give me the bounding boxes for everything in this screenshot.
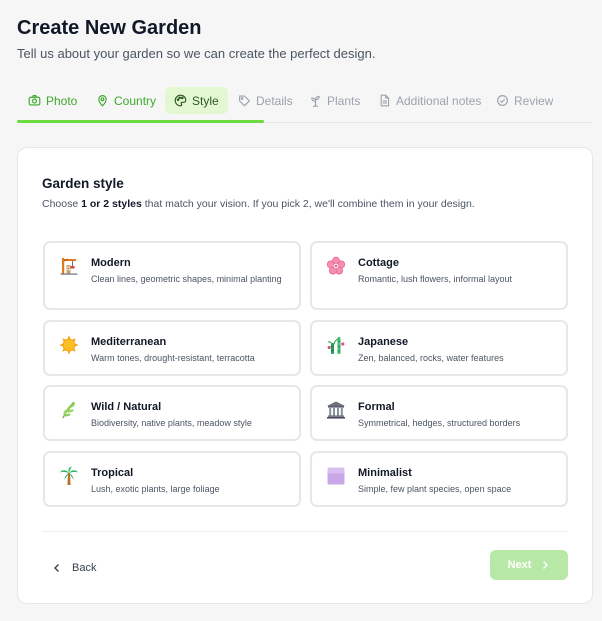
style-option-title: Mediterranean xyxy=(91,336,167,348)
tab-plants[interactable]: Plants xyxy=(298,87,367,114)
tag-icon xyxy=(239,95,251,107)
style-option-modern[interactable]: Modern Clean lines, geometric shapes, mi… xyxy=(43,241,301,310)
map-pin-icon xyxy=(98,95,107,107)
chevron-right-icon xyxy=(543,561,549,569)
palm-tree-icon xyxy=(60,466,78,485)
style-option-title: Cottage xyxy=(358,257,399,269)
style-option-japanese[interactable]: Japanese Zen, balanced, rocks, water fea… xyxy=(310,320,568,376)
sprout-icon xyxy=(311,95,320,107)
tab-country[interactable]: Country xyxy=(85,87,163,114)
style-option-title: Modern xyxy=(91,257,131,269)
style-option-description: Lush, exotic plants, large foliage xyxy=(91,484,220,494)
style-option-description: Symmetrical, hedges, structured borders xyxy=(358,418,521,428)
style-option-description: Simple, few plant species, open space xyxy=(358,484,512,494)
palette-icon xyxy=(174,94,187,107)
style-option-tropical[interactable]: Tropical Lush, exotic plants, large foli… xyxy=(43,451,301,507)
tab-review[interactable]: Review xyxy=(485,87,560,114)
style-option-cottage[interactable]: Cottage Romantic, lush flowers, informal… xyxy=(310,241,568,310)
style-option-description: Zen, balanced, rocks, water features xyxy=(358,353,504,363)
style-option-title: Wild / Natural xyxy=(91,401,162,413)
camera-icon xyxy=(28,95,41,106)
document-icon xyxy=(380,94,390,107)
style-option-description: Biodiversity, native plants, meadow styl… xyxy=(91,418,252,428)
next-button[interactable]: Next xyxy=(490,550,568,580)
style-option-title: Minimalist xyxy=(358,467,412,479)
page-subtitle: Tell us about your garden so we can crea… xyxy=(17,46,376,61)
tab-additional-notes[interactable]: Additional notes xyxy=(367,87,488,114)
style-option-mediterranean[interactable]: Mediterranean Warm tones, drought-resist… xyxy=(43,320,301,376)
bamboo-icon xyxy=(327,337,345,354)
herb-icon xyxy=(62,401,76,419)
style-option-description: Warm tones, drought-resistant, terracott… xyxy=(91,353,255,363)
style-option-title: Tropical xyxy=(91,467,134,479)
sun-icon xyxy=(59,335,79,355)
chevron-left-icon xyxy=(54,564,59,572)
progress-bar xyxy=(17,120,264,123)
back-button[interactable]: Back xyxy=(52,553,96,583)
step-tabs: Photo Country Style Details Plants Addit… xyxy=(17,87,592,123)
garden-style-card: Garden style Choose 1 or 2 styles that m… xyxy=(17,147,593,604)
tab-style[interactable]: Style xyxy=(165,87,228,114)
section-title: Garden style xyxy=(42,176,124,191)
style-option-wild-natural[interactable]: Wild / Natural Biodiversity, native plan… xyxy=(43,385,301,441)
style-option-formal[interactable]: Formal Symmetrical, hedges, structured b… xyxy=(310,385,568,441)
page-title: Create New Garden xyxy=(17,17,202,39)
style-option-title: Japanese xyxy=(358,336,409,348)
footer-divider xyxy=(42,531,568,532)
section-description: Choose 1 or 2 styles that match your vis… xyxy=(42,198,475,210)
cherry-blossom-icon xyxy=(326,256,346,275)
style-option-description: Romantic, lush flowers, informal layout xyxy=(358,274,513,284)
style-option-minimalist[interactable]: Minimalist Simple, few plant species, op… xyxy=(310,451,568,507)
building-crane-icon xyxy=(60,258,78,275)
tab-details[interactable]: Details xyxy=(227,87,300,114)
purple-square-icon xyxy=(327,467,345,485)
classical-building-icon xyxy=(327,401,345,419)
style-option-title: Formal xyxy=(358,401,395,413)
style-option-description: Clean lines, geometric shapes, minimal p… xyxy=(91,274,282,284)
check-circle-icon xyxy=(497,95,508,106)
tab-photo[interactable]: Photo xyxy=(17,87,84,114)
